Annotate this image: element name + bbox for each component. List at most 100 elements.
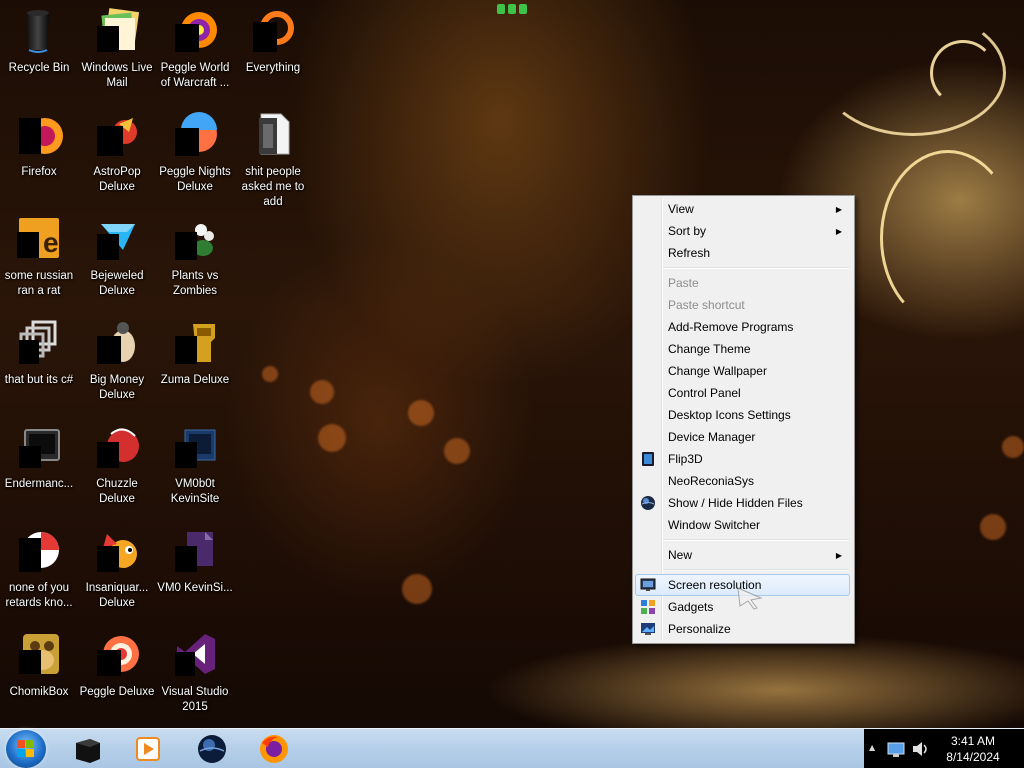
icon-label: Visual Studio 2015 bbox=[161, 686, 229, 713]
desktop-icon-none-of-you[interactable]: none of you retards kno... bbox=[0, 520, 78, 620]
menu-item-refresh[interactable]: Refresh bbox=[635, 242, 850, 264]
menu-item-label: View bbox=[668, 202, 694, 216]
globe-icon bbox=[198, 735, 226, 763]
system-tray: ▲ 3:41 AM 8/14/2024 bbox=[864, 729, 1024, 768]
astropop-icon bbox=[93, 110, 141, 158]
taskbar-globe[interactable] bbox=[196, 733, 228, 765]
menu-item-label: New bbox=[668, 548, 693, 562]
menu-item-show-hide-hidden-files[interactable]: Show / Hide Hidden Files bbox=[635, 492, 850, 514]
desktop-icon-astropop[interactable]: AstroPop Deluxe bbox=[78, 104, 156, 204]
vm0b0t-icon bbox=[171, 422, 219, 470]
black-box-icon bbox=[76, 739, 100, 763]
icon-label: some russian ran a rat bbox=[4, 270, 74, 297]
menu-item-sort-by[interactable]: Sort by ▶ bbox=[635, 220, 850, 242]
icon-label: Peggle Nights Deluxe bbox=[159, 166, 231, 193]
desktop-icon-everything[interactable]: Everything bbox=[234, 0, 312, 100]
network-icon[interactable] bbox=[886, 739, 908, 759]
desktop-icon-recycle-bin[interactable]: Recycle Bin bbox=[0, 0, 78, 100]
menu-item-add-remove-programs[interactable]: Add-Remove Programs bbox=[635, 316, 850, 338]
icon-label: shit people asked me to add bbox=[241, 166, 305, 208]
wallpaper-bokeh bbox=[1002, 436, 1024, 458]
bejeweled-icon bbox=[93, 214, 141, 262]
icon-label: AstroPop Deluxe bbox=[93, 166, 141, 193]
chuzzle-icon bbox=[93, 422, 141, 470]
windows-logo-icon bbox=[17, 740, 34, 757]
desktop-icon-folder[interactable]: shit people asked me to add bbox=[234, 104, 312, 208]
menu-item-label: Paste shortcut bbox=[668, 298, 745, 312]
submenu-arrow-icon: ▶ bbox=[835, 550, 842, 560]
wallpaper-bokeh bbox=[318, 424, 346, 452]
wallpaper-bokeh bbox=[444, 438, 470, 464]
desktop-icon-vm0[interactable]: VM0 KevinSi... bbox=[156, 520, 234, 620]
desktop-icon-bejeweled[interactable]: Bejeweled Deluxe bbox=[78, 208, 156, 308]
icon-label: Firefox bbox=[21, 166, 57, 178]
none-of-you-icon bbox=[15, 526, 63, 574]
menu-item-change-wallpaper[interactable]: Change Wallpaper bbox=[635, 360, 850, 382]
desktop-icon-visual-studio[interactable]: Visual Studio 2015 bbox=[156, 624, 234, 724]
desktop-icon-that-but-its-csharp[interactable]: that but its c# bbox=[0, 312, 78, 412]
clock-date[interactable]: 8/14/2024 bbox=[936, 750, 1010, 764]
clock-time[interactable]: 3:41 AM bbox=[936, 734, 1010, 748]
desktop-icon-vm0b0t[interactable]: VM0b0t KevinSite bbox=[156, 416, 234, 516]
peggle-deluxe-icon bbox=[93, 630, 141, 678]
icon-label: Chuzzle Deluxe bbox=[96, 478, 138, 505]
desktop-icon-plants-vs-zombies[interactable]: Plants vs Zombies bbox=[156, 208, 234, 308]
desktop-icon-zuma[interactable]: Zuma Deluxe bbox=[156, 312, 234, 412]
desktop-icon-chuzzle[interactable]: Chuzzle Deluxe bbox=[78, 416, 156, 516]
wallpaper-bokeh bbox=[408, 400, 434, 426]
desktop-icon-windows-live-mail[interactable]: Windows Live Mail bbox=[78, 0, 156, 100]
menu-item-label: Refresh bbox=[668, 246, 711, 260]
volume-icon[interactable] bbox=[910, 739, 932, 759]
wallpaper-swirl bbox=[880, 150, 1016, 326]
menu-item-control-panel[interactable]: Control Panel bbox=[635, 382, 850, 404]
menu-item-flip3d[interactable]: Flip3D bbox=[635, 448, 850, 470]
desktop-icon-insaniquarium[interactable]: Insaniquar... Deluxe bbox=[78, 520, 156, 620]
windows-live-mail-icon bbox=[93, 6, 141, 54]
desktop-context-menu[interactable]: View ▶ Sort by ▶ Refresh Paste Paste sho… bbox=[632, 195, 855, 644]
menu-item-label: Control Panel bbox=[668, 386, 741, 400]
menu-item-neoreconiasys[interactable]: NeoReconiaSys bbox=[635, 470, 850, 492]
desktop-icon-some-russian[interactable]: e some russian ran a rat bbox=[0, 208, 78, 308]
menu-item-change-theme[interactable]: Change Theme bbox=[635, 338, 850, 360]
desktop-icon-peggle-nights[interactable]: Peggle Nights Deluxe bbox=[156, 104, 234, 204]
firefox-icon bbox=[15, 110, 63, 158]
flip3d-icon bbox=[640, 451, 656, 467]
desktop-icon-big-money[interactable]: Big Money Deluxe bbox=[78, 312, 156, 412]
menu-item-desktop-icons-settings[interactable]: Desktop Icons Settings bbox=[635, 404, 850, 426]
mouse-cursor-icon bbox=[737, 586, 765, 610]
wallpaper-bokeh bbox=[402, 574, 432, 604]
menu-item-personalize[interactable]: Personalize bbox=[635, 618, 850, 640]
desktop-icon-peggle-wow[interactable]: Peggle World of Warcraft ... bbox=[156, 0, 234, 100]
submenu-arrow-icon: ▶ bbox=[835, 204, 842, 214]
show-hidden-icons-chevron-icon[interactable]: ▲ bbox=[869, 743, 875, 752]
folder-icon bbox=[249, 110, 297, 158]
menu-item-label: Sort by bbox=[668, 224, 707, 238]
icon-label: Big Money Deluxe bbox=[89, 374, 145, 401]
menu-item-label: NeoReconiaSys bbox=[668, 474, 755, 488]
menu-item-new[interactable]: New ▶ bbox=[635, 544, 850, 566]
icon-label: ChomikBox bbox=[9, 686, 69, 698]
menu-item-view[interactable]: View ▶ bbox=[635, 198, 850, 220]
icon-label: Insaniquar... Deluxe bbox=[85, 582, 149, 609]
desktop-icon-endermanch[interactable]: Endermanc... bbox=[0, 416, 78, 516]
icon-label: Zuma Deluxe bbox=[160, 374, 230, 386]
menu-item-device-manager[interactable]: Device Manager bbox=[635, 426, 850, 448]
media-player-icon bbox=[136, 737, 160, 761]
vm0-icon bbox=[171, 526, 219, 574]
taskbar-firefox[interactable] bbox=[258, 733, 290, 765]
desktop-icon-peggle-deluxe[interactable]: Peggle Deluxe bbox=[78, 624, 156, 724]
icon-label: VM0 KevinSi... bbox=[157, 582, 233, 594]
desktop[interactable]: Recycle Bin Firefox e some russian ran a… bbox=[0, 0, 1024, 768]
menu-item-label: Device Manager bbox=[668, 430, 756, 444]
start-button[interactable] bbox=[6, 730, 46, 768]
menu-item-label: Show / Hide Hidden Files bbox=[668, 496, 803, 510]
menu-item-label: Paste bbox=[668, 276, 699, 290]
menu-item-window-switcher[interactable]: Window Switcher bbox=[635, 514, 850, 536]
gadgets-icon bbox=[640, 599, 656, 615]
taskbar-black-box[interactable] bbox=[72, 733, 104, 765]
icon-label: Everything bbox=[245, 62, 301, 74]
icon-label: Bejeweled Deluxe bbox=[90, 270, 144, 297]
desktop-icon-firefox[interactable]: Firefox bbox=[0, 104, 78, 204]
taskbar-media-player[interactable] bbox=[132, 733, 164, 765]
desktop-icon-chomikbox[interactable]: ChomikBox bbox=[0, 624, 78, 724]
